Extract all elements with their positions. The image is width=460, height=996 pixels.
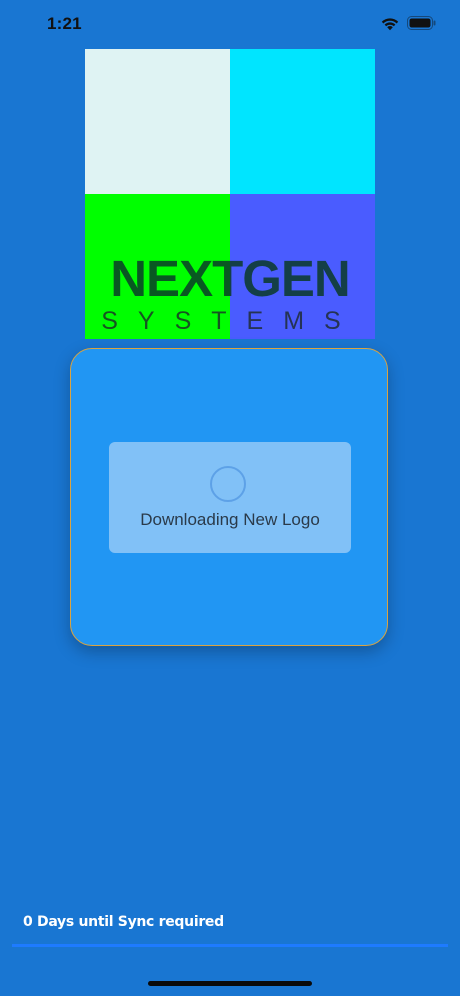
logo-wordmark: NEXTGEN xyxy=(110,250,351,307)
sync-status-text: 0 Days until Sync required xyxy=(23,914,224,930)
home-indicator[interactable] xyxy=(148,981,312,986)
logo-quadrant-top-right xyxy=(230,49,375,194)
company-logo: NEXTGEN SYSTEMS xyxy=(85,49,375,339)
wifi-icon xyxy=(381,18,399,31)
loading-message: Downloading New Logo xyxy=(140,510,320,529)
status-bar: 1:21 xyxy=(0,0,460,50)
download-dialog-card: Downloading New Logo xyxy=(70,348,388,646)
loading-spinner-icon xyxy=(210,466,246,502)
logo-subtitle: SYSTEMS xyxy=(101,307,361,335)
logo-quadrant-top-left xyxy=(85,49,230,194)
sync-progress-line xyxy=(12,944,448,947)
status-time: 1:21 xyxy=(47,14,82,33)
loading-toast: Downloading New Logo xyxy=(109,442,351,553)
battery-icon xyxy=(407,16,436,30)
